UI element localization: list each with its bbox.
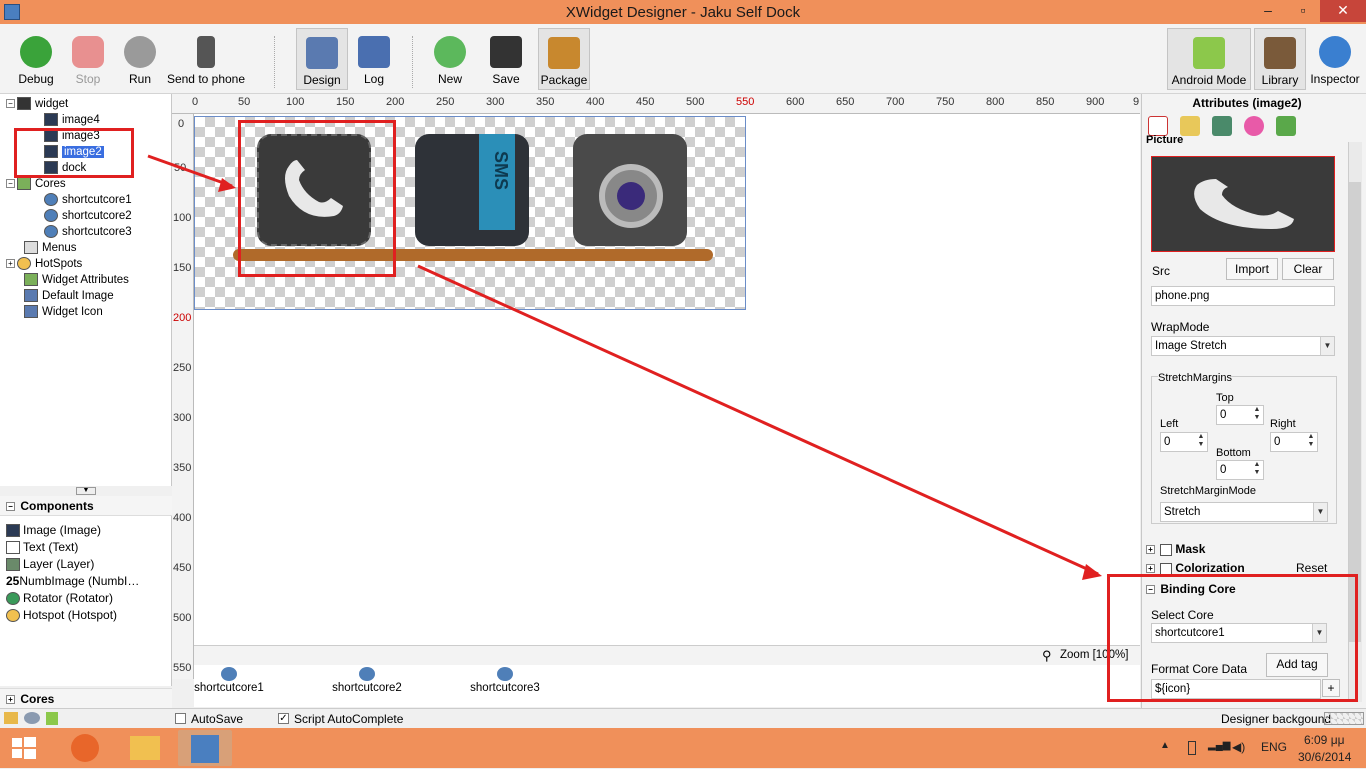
clear-button[interactable]: Clear <box>1282 258 1334 280</box>
mask-section[interactable]: + Mask <box>1146 539 1351 559</box>
src-input[interactable]: phone.png <box>1151 286 1335 306</box>
phone-preview-icon <box>1194 179 1294 229</box>
folder-icon[interactable] <box>4 712 18 724</box>
arrow-head <box>218 178 236 192</box>
designer-background-label: Designer backgound <box>1221 712 1332 726</box>
spinner-icon[interactable]: ▲ ▼ <box>1251 406 1263 424</box>
arrow-to-binding <box>417 264 1099 576</box>
folder-icon <box>130 736 160 760</box>
margin-mode-label: StretchMarginMode <box>1160 485 1256 497</box>
core-item[interactable]: shortcutcore1 <box>184 667 274 694</box>
wrapmode-label: WrapMode <box>1151 320 1210 334</box>
right-input[interactable]: 0 ▲ ▼ <box>1270 432 1318 452</box>
show-hidden-icons[interactable]: ▲ <box>1160 740 1170 751</box>
script-autocomplete-label: Script AutoComplete <box>294 712 404 726</box>
top-label: Top <box>1216 392 1234 404</box>
arrow-head <box>1082 564 1102 580</box>
autosave-label: AutoSave <box>191 712 244 726</box>
status-bar: AutoSave ✓ Script AutoComplete Designer … <box>0 708 1366 728</box>
spinner-icon[interactable]: ▲ ▼ <box>1195 433 1207 451</box>
language-indicator[interactable]: ENG <box>1261 740 1287 754</box>
binding-highlight <box>1107 574 1358 702</box>
script-autocomplete-checkbox[interactable]: ✓ <box>278 713 289 724</box>
expand-icon[interactable]: + <box>1146 545 1155 555</box>
zoom-bar: ⚲ Zoom [100%] <box>194 645 1140 665</box>
signal-icon[interactable]: ▂▄▆ <box>1208 740 1230 751</box>
bottom-label: Bottom <box>1216 447 1251 459</box>
expand-icon[interactable]: + <box>1146 564 1155 574</box>
right-label: Right <box>1270 418 1296 430</box>
mask-icon <box>1160 543 1173 556</box>
clock-time[interactable]: 6:09 μμ <box>1304 733 1345 747</box>
attributes-title: Attributes (image2) <box>1192 96 1302 110</box>
battery-icon[interactable] <box>1188 741 1196 755</box>
gear-icon[interactable] <box>24 712 40 724</box>
spinner-icon[interactable]: ▲ ▼ <box>1305 433 1317 451</box>
tree-highlight <box>14 128 134 178</box>
background-swatch[interactable] <box>1324 712 1364 725</box>
chevron-down-icon: ▼ <box>1320 337 1334 355</box>
import-button[interactable]: Import <box>1226 258 1278 280</box>
core-item[interactable]: shortcutcore3 <box>460 667 550 694</box>
taskbar: ▲ ▂▄▆ ◀) ENG 6:09 μμ 30/6/2014 <box>0 728 1366 768</box>
core-icon <box>221 667 237 681</box>
chevron-down-icon: ▼ <box>1313 503 1327 521</box>
explorer-taskbar-button[interactable] <box>118 730 172 766</box>
left-label: Left <box>1160 418 1179 430</box>
volume-icon[interactable]: ◀) <box>1232 740 1245 754</box>
start-button[interactable] <box>0 730 48 766</box>
autosave-checkbox[interactable] <box>175 713 186 724</box>
firefox-taskbar-button[interactable] <box>58 730 112 766</box>
wrapmode-select[interactable]: Image Stretch ▼ <box>1151 336 1335 356</box>
windows-icon <box>12 737 36 759</box>
picture-section[interactable]: Picture <box>1146 130 1351 150</box>
stretch-margins-label: StretchMargins <box>1158 372 1232 384</box>
left-input[interactable]: 0 ▲ ▼ <box>1160 432 1208 452</box>
margin-mode-select[interactable]: Stretch ▼ <box>1160 502 1328 522</box>
android-icon[interactable] <box>46 712 58 725</box>
attributes-panel: Attributes (image2) Picture Src Import C… <box>1107 94 1366 708</box>
core-icon <box>497 667 513 681</box>
xwidget-taskbar-button[interactable] <box>178 730 232 766</box>
src-label: Src <box>1152 264 1170 278</box>
cores-strip: shortcutcore1 shortcutcore2 shortcutcore… <box>194 665 1140 707</box>
spinner-icon[interactable]: ▲ ▼ <box>1251 461 1263 479</box>
core-item[interactable]: shortcutcore2 <box>322 667 412 694</box>
xwidget-icon <box>191 735 219 763</box>
arrow-to-canvas <box>147 154 233 188</box>
core-icon <box>359 667 375 681</box>
clock-date[interactable]: 30/6/2014 <box>1298 750 1351 764</box>
top-input[interactable]: 0 ▲ ▼ <box>1216 405 1264 425</box>
firefox-icon <box>71 734 99 762</box>
picture-preview[interactable] <box>1151 156 1335 252</box>
search-icon[interactable]: ⚲ <box>1042 648 1052 664</box>
bottom-input[interactable]: 0 ▲ ▼ <box>1216 460 1264 480</box>
